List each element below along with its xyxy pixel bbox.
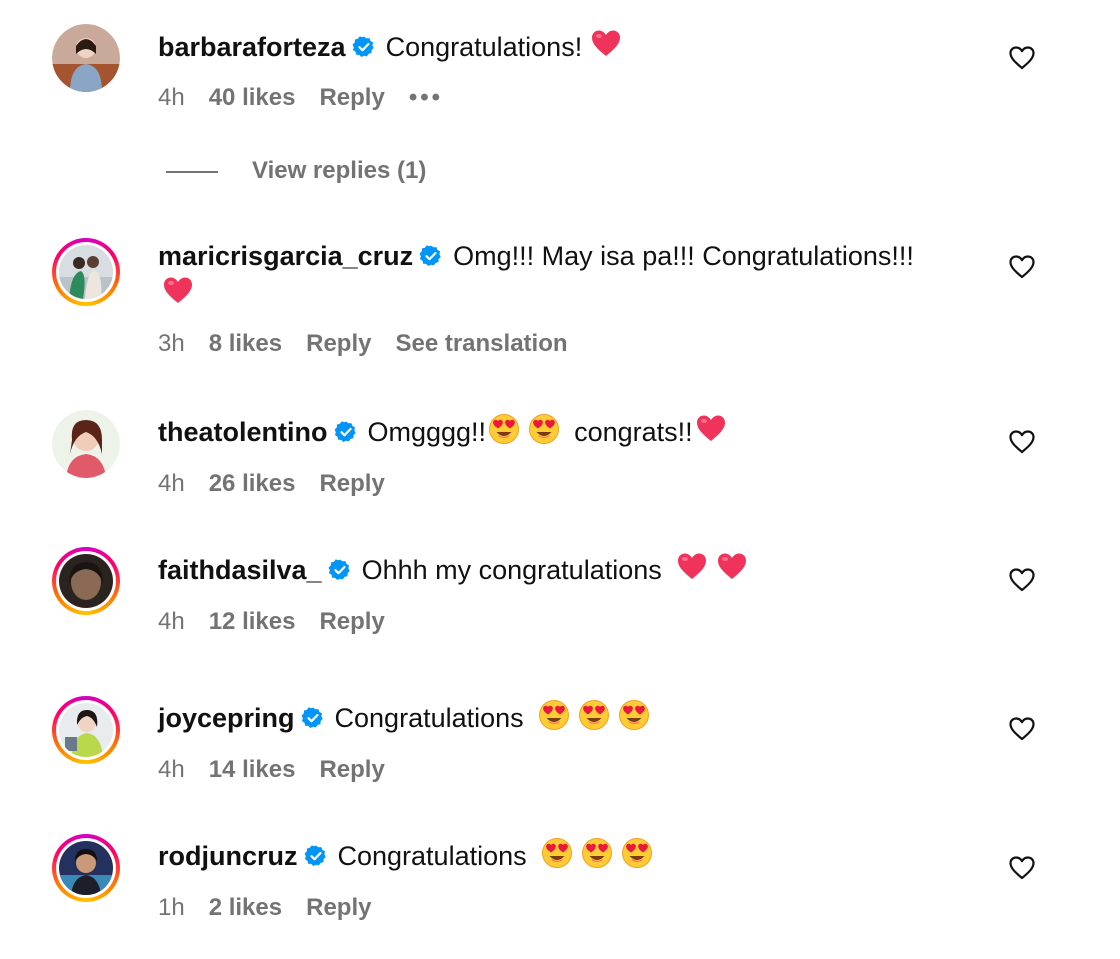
heart-emoji-icon xyxy=(590,28,622,60)
comment-time: 4h xyxy=(158,608,185,635)
comment-time: 1h xyxy=(158,894,185,921)
likes-count-link[interactable]: 40 likes xyxy=(209,84,296,111)
like-heart-icon[interactable] xyxy=(1008,566,1036,594)
heart-eyes-emoji-icon xyxy=(618,699,650,731)
likes-count-link[interactable]: 26 likes xyxy=(209,470,296,497)
username-link[interactable]: faithdasilva_ xyxy=(158,555,322,585)
likes-count-link[interactable]: 12 likes xyxy=(209,608,296,635)
comment-time: 3h xyxy=(158,330,185,357)
avatar-photo-icon xyxy=(59,554,113,608)
heart-eyes-emoji-icon xyxy=(488,413,520,445)
verified-badge-icon xyxy=(304,844,328,868)
verified-badge-icon xyxy=(352,35,376,59)
comment-body: barbaraforteza Congratulations! xyxy=(158,28,970,66)
username-link[interactable]: joycepring xyxy=(158,703,295,733)
comment-meta: 3h 8 likes Reply See translation xyxy=(158,329,592,359)
comment-text: Ohhh my congratulations xyxy=(361,555,662,585)
avatar-photo-icon xyxy=(59,841,113,895)
comment-text: Congratulations! xyxy=(385,32,583,62)
like-heart-icon[interactable] xyxy=(1008,715,1036,743)
divider-line xyxy=(166,170,218,173)
reply-button[interactable]: Reply xyxy=(319,84,384,111)
comment-meta: 4h 40 likes Reply ••• xyxy=(158,83,467,113)
comment-text: Congratulations xyxy=(334,703,524,733)
avatar[interactable] xyxy=(52,696,120,764)
comment-meta: 4h 14 likes Reply xyxy=(158,755,409,785)
reply-button[interactable]: Reply xyxy=(319,756,384,783)
avatar[interactable] xyxy=(52,410,120,478)
avatar[interactable] xyxy=(52,547,120,615)
avatar[interactable] xyxy=(52,24,120,92)
likes-count-link[interactable]: 8 likes xyxy=(209,330,282,357)
comment-time: 4h xyxy=(158,84,185,111)
heart-emoji-icon xyxy=(162,275,194,307)
heart-eyes-emoji-icon xyxy=(528,413,560,445)
reply-button[interactable]: Reply xyxy=(306,894,371,921)
heart-eyes-emoji-icon xyxy=(581,837,613,869)
view-replies-label: View replies (1) xyxy=(252,157,427,184)
heart-eyes-emoji-icon xyxy=(541,837,573,869)
username-link[interactable]: theatolentino xyxy=(158,417,328,447)
reply-button[interactable]: Reply xyxy=(319,608,384,635)
like-heart-icon[interactable] xyxy=(1008,428,1036,456)
heart-eyes-emoji-icon xyxy=(538,699,570,731)
avatar[interactable] xyxy=(52,834,120,902)
comment-body: rodjuncruz Congratulations xyxy=(158,837,970,875)
comment-text: Congratulations xyxy=(337,841,527,871)
comment-meta: 1h 2 likes Reply xyxy=(158,893,395,923)
avatar-photo-icon xyxy=(59,703,113,757)
avatar-photo-icon xyxy=(52,24,120,92)
verified-badge-icon xyxy=(334,420,358,444)
like-heart-icon[interactable] xyxy=(1008,253,1036,281)
like-heart-icon[interactable] xyxy=(1008,44,1036,72)
more-options-button[interactable]: ••• xyxy=(409,84,443,111)
likes-count-link[interactable]: 2 likes xyxy=(209,894,282,921)
comment-text: Omg!!! May isa pa!!! Congratulations!!! xyxy=(453,241,914,271)
username-link[interactable]: rodjuncruz xyxy=(158,841,298,871)
verified-badge-icon xyxy=(301,706,325,730)
comment-meta: 4h 26 likes Reply xyxy=(158,469,409,499)
comment-time: 4h xyxy=(158,756,185,783)
comment-body: joycepring Congratulations xyxy=(158,699,970,737)
heart-emoji-icon xyxy=(695,413,727,445)
comment-text-continued: congrats!! xyxy=(574,417,693,447)
comment-time: 4h xyxy=(158,470,185,497)
see-translation-button[interactable]: See translation xyxy=(395,330,567,357)
like-heart-icon[interactable] xyxy=(1008,854,1036,882)
likes-count-link[interactable]: 14 likes xyxy=(209,756,296,783)
verified-badge-icon xyxy=(328,558,352,582)
username-link[interactable]: maricrisgarcia_cruz xyxy=(158,241,413,271)
heart-eyes-emoji-icon xyxy=(621,837,653,869)
heart-emoji-icon xyxy=(716,551,748,583)
comment-body: maricrisgarcia_cruz Omg!!! May isa pa!!! … xyxy=(158,237,970,313)
avatar-photo-icon xyxy=(52,410,120,478)
username-link[interactable]: barbaraforteza xyxy=(158,32,346,62)
reply-button[interactable]: Reply xyxy=(319,470,384,497)
comment-body: faithdasilva_ Ohhh my congratulations xyxy=(158,551,970,589)
avatar-photo-icon xyxy=(59,245,113,299)
verified-badge-icon xyxy=(419,244,443,268)
comment-text: Omgggg!! xyxy=(367,417,487,447)
heart-eyes-emoji-icon xyxy=(578,699,610,731)
view-replies-button[interactable]: View replies (1) xyxy=(166,156,426,186)
heart-emoji-icon xyxy=(676,551,708,583)
comment-body: theatolentino Omgggg!! congrats!! xyxy=(158,413,970,451)
comment-meta: 4h 12 likes Reply xyxy=(158,607,409,637)
avatar[interactable] xyxy=(52,238,120,306)
reply-button[interactable]: Reply xyxy=(306,330,371,357)
